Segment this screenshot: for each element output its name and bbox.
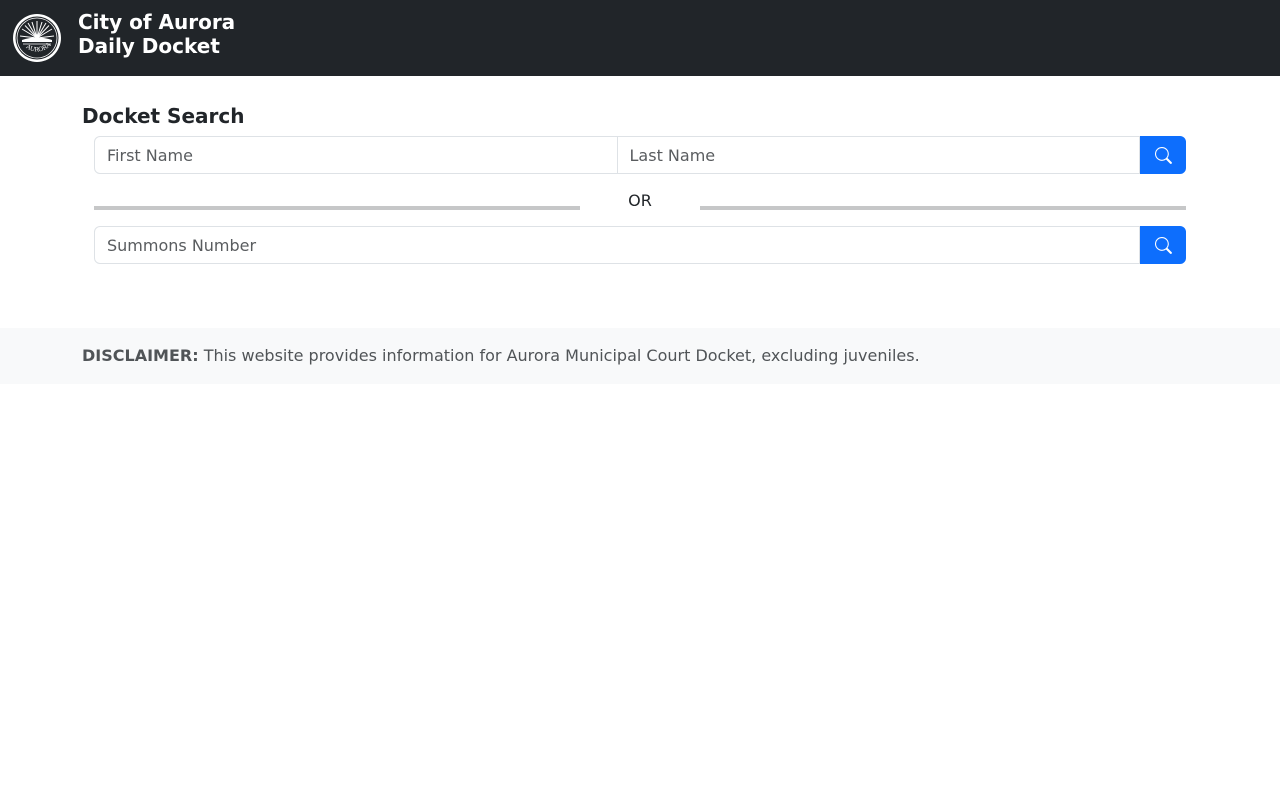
divider-right <box>700 206 1186 210</box>
or-separator: OR <box>628 191 652 210</box>
summons-number-input[interactable] <box>94 226 1140 264</box>
search-icon <box>1154 236 1172 254</box>
last-name-input[interactable] <box>617 136 1141 174</box>
name-search-group <box>94 136 1186 174</box>
disclaimer-text: DISCLAIMER: This website provides inform… <box>82 346 920 366</box>
disclaimer-body: This website provides information for Au… <box>198 346 920 365</box>
page-title: Docket Search <box>82 104 245 128</box>
brand-app-name: Daily Docket <box>78 34 220 58</box>
summons-search-button[interactable] <box>1140 226 1186 264</box>
summons-search-group <box>94 226 1186 264</box>
top-navbar: AURORA City of Aurora Daily Docket <box>0 0 1280 76</box>
disclaimer-label: DISCLAIMER: <box>82 346 199 365</box>
name-search-button[interactable] <box>1140 136 1186 174</box>
first-name-input[interactable] <box>94 136 618 174</box>
search-icon <box>1154 146 1172 164</box>
divider-left <box>94 206 580 210</box>
disclaimer-banner: DISCLAIMER: This website provides inform… <box>0 328 1280 384</box>
site-brand[interactable]: City of Aurora Daily Docket <box>78 10 235 58</box>
brand-city-name: City of Aurora <box>78 10 236 34</box>
aurora-city-seal-icon[interactable]: AURORA <box>12 13 62 63</box>
